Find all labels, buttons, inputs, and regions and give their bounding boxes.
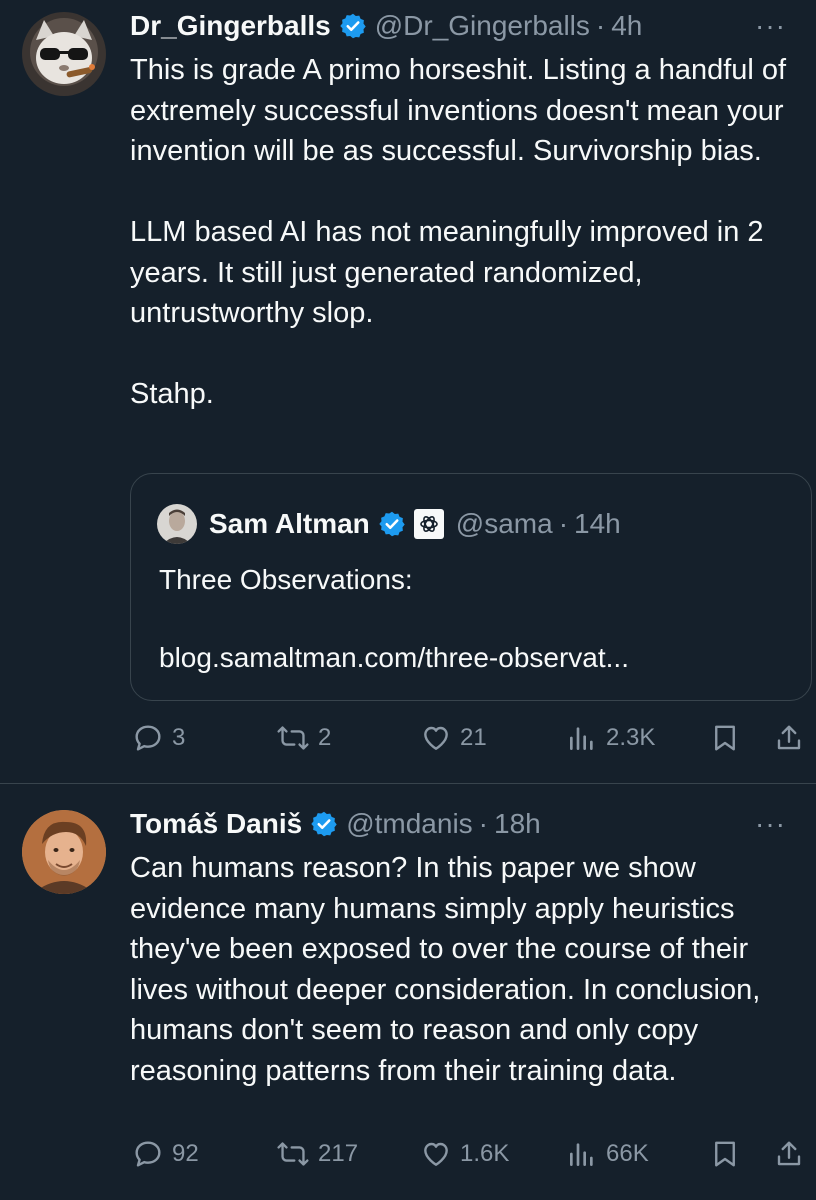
action-bar: 92 217 1.6K 66K (130, 1134, 816, 1174)
repost-button[interactable]: 2 (276, 718, 331, 758)
openai-logo-icon (413, 509, 444, 539)
views-button[interactable]: 66K (566, 1134, 649, 1174)
author-name[interactable]: Dr_Gingerballs (130, 10, 331, 42)
timestamp[interactable]: 4h (611, 10, 642, 42)
views-button[interactable]: 2.3K (566, 718, 655, 758)
separator-dot: · (558, 508, 569, 539)
reply-button[interactable]: 3 (132, 718, 185, 758)
like-count: 21 (460, 724, 487, 751)
separator-dot: · (595, 10, 606, 41)
views-icon (566, 722, 598, 754)
separator-dot: · (478, 808, 488, 839)
quoted-author-name[interactable]: Sam Altman (209, 508, 370, 540)
tweet[interactable]: Tomáš Daniš @tmdanis · 18h ··· Can human… (0, 784, 816, 1200)
repost-button[interactable]: 217 (276, 1134, 358, 1174)
repost-count: 2 (318, 724, 332, 751)
quoted-tweet-header: Sam Altman @sama · 14h (157, 502, 621, 546)
tweet-text: Can humans reason? In this paper we show… (130, 852, 761, 1087)
quoted-tweet-text: Three Observations: (159, 564, 413, 595)
like-icon (420, 1138, 452, 1170)
quoted-timestamp[interactable]: 14h (574, 508, 621, 540)
avatar[interactable] (22, 810, 106, 894)
repost-icon (276, 1138, 310, 1170)
reply-count: 92 (172, 1140, 199, 1167)
quoted-author-handle[interactable]: @sama (456, 508, 553, 540)
quoted-tweet-link[interactable]: blog.samaltman.com/three-observat... (159, 638, 629, 678)
author-name[interactable]: Tomáš Daniš (130, 808, 302, 840)
bookmark-icon[interactable] (710, 1134, 740, 1174)
tweet-header: Tomáš Daniš @tmdanis · 18h ··· (130, 804, 786, 844)
verified-badge-icon (378, 510, 406, 538)
bookmark-icon[interactable] (710, 718, 740, 758)
avatar[interactable] (22, 12, 106, 96)
like-button[interactable]: 1.6K (420, 1134, 509, 1174)
like-icon (420, 722, 452, 754)
quoted-tweet[interactable]: Sam Altman @sama · 14h Three Observation… (130, 473, 812, 701)
more-icon[interactable]: ··· (755, 6, 786, 46)
repost-icon (276, 722, 310, 754)
reply-icon (132, 722, 164, 754)
tweet-text: This is grade A primo horseshit. Listing… (130, 54, 787, 410)
view-count: 66K (606, 1140, 649, 1167)
tweet-header: Dr_Gingerballs @Dr_Gingerballs · 4h ··· (130, 6, 786, 46)
like-button[interactable]: 21 (420, 718, 487, 758)
like-count: 1.6K (460, 1140, 510, 1167)
view-count: 2.3K (606, 724, 656, 751)
tweet[interactable]: Dr_Gingerballs @Dr_Gingerballs · 4h ··· … (0, 0, 816, 784)
timestamp[interactable]: 18h (494, 808, 541, 840)
author-handle[interactable]: @tmdanis (346, 808, 472, 840)
reply-button[interactable]: 92 (132, 1134, 199, 1174)
reply-icon (132, 1138, 164, 1170)
views-icon (566, 1138, 598, 1170)
share-icon[interactable] (774, 1134, 804, 1174)
author-handle[interactable]: @Dr_Gingerballs (375, 10, 590, 42)
reply-count: 3 (172, 724, 186, 751)
quoted-avatar (157, 504, 197, 544)
verified-badge-icon (310, 810, 338, 838)
more-icon[interactable]: ··· (755, 804, 786, 844)
share-icon[interactable] (774, 718, 804, 758)
verified-badge-icon (339, 12, 367, 40)
action-bar: 3 2 21 2.3K (130, 718, 816, 758)
repost-count: 217 (318, 1140, 359, 1167)
